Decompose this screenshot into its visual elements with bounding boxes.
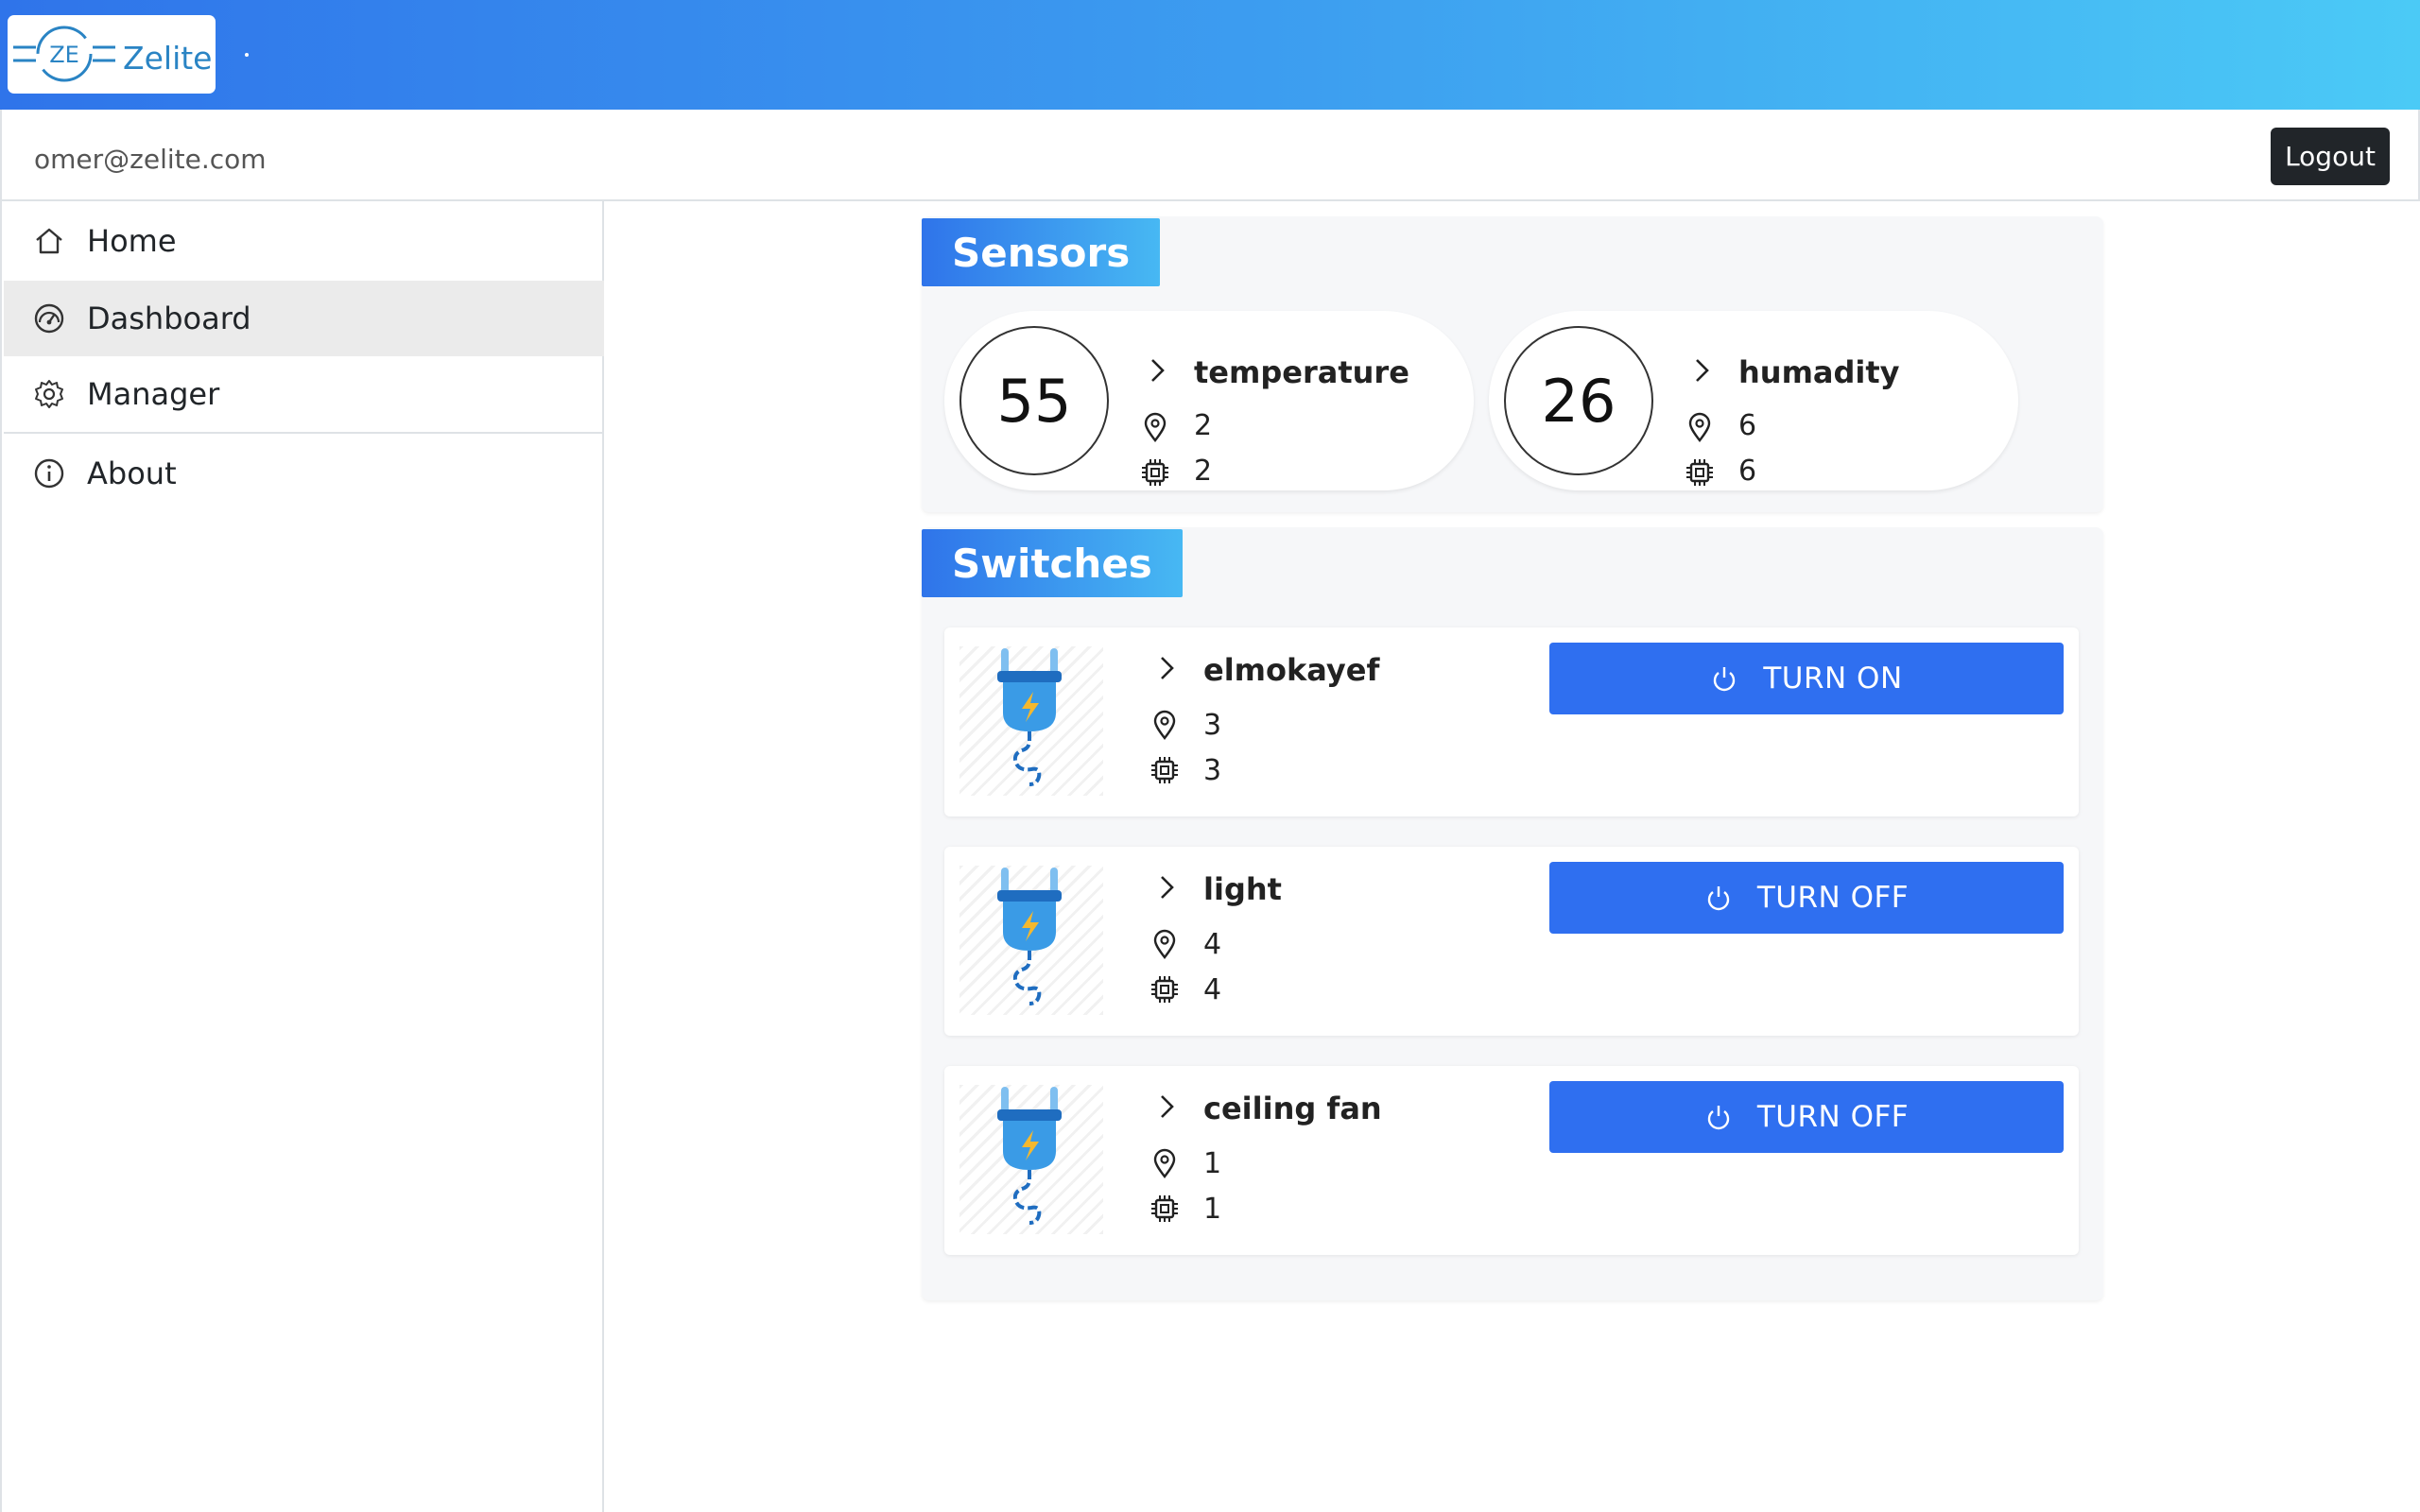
plug-icon bbox=[997, 1087, 1062, 1225]
svg-text:ZE: ZE bbox=[49, 42, 79, 68]
chevron-right-icon[interactable] bbox=[1152, 873, 1181, 902]
sensor-card-humadity[interactable]: 26 humadity 6 6 bbox=[1489, 311, 2018, 490]
brand-logo[interactable]: ZE Zelite bbox=[8, 15, 216, 94]
sidebar-item-label: About bbox=[87, 455, 177, 491]
sensor-value: 26 bbox=[1504, 326, 1653, 475]
gear-icon bbox=[35, 380, 63, 408]
switches-panel: Switches elmokayef 3 3 TURN ON light 4 4… bbox=[922, 527, 2103, 1300]
switch-card-ceiling-fan: ceiling fan 1 1 TURN OFF bbox=[944, 1066, 2079, 1255]
switch-card-light: light 4 4 TURN OFF bbox=[944, 847, 2079, 1036]
sensor-device: 6 bbox=[1738, 455, 1757, 488]
chevron-right-icon[interactable] bbox=[1687, 356, 1716, 385]
sensor-location: 6 bbox=[1738, 409, 1757, 442]
switch-device: 3 bbox=[1203, 754, 1222, 787]
sidebar: Home Dashboard Manager About bbox=[0, 201, 604, 1512]
zelite-logo-icon: ZE bbox=[13, 26, 115, 82]
sensor-card-temperature[interactable]: 55 temperature 2 2 bbox=[944, 311, 1474, 490]
switch-device: 1 bbox=[1203, 1193, 1222, 1226]
sensor-name: temperature bbox=[1194, 354, 1409, 390]
location-pin-icon bbox=[1144, 412, 1167, 442]
top-header: ZE Zelite bbox=[0, 0, 2420, 110]
chip-icon bbox=[1151, 1195, 1178, 1222]
plug-icon bbox=[997, 648, 1062, 786]
sensor-device: 2 bbox=[1194, 455, 1213, 488]
sidebar-item-manager[interactable]: Manager bbox=[4, 356, 604, 434]
chip-icon bbox=[1151, 757, 1178, 783]
sensor-value: 55 bbox=[959, 326, 1109, 475]
plug-image bbox=[959, 646, 1103, 796]
sensor-name: humadity bbox=[1738, 354, 1900, 390]
turn-off-button[interactable]: TURN OFF bbox=[1549, 1081, 2064, 1153]
home-icon bbox=[36, 228, 62, 254]
sensors-title: Sensors bbox=[922, 218, 1161, 286]
header-dot bbox=[245, 53, 249, 57]
sidebar-item-label: Dashboard bbox=[87, 301, 251, 336]
button-label: TURN ON bbox=[1763, 662, 1903, 696]
switches-title: Switches bbox=[922, 529, 1183, 597]
sidebar-item-label: Manager bbox=[87, 376, 220, 412]
sidebar-item-dashboard[interactable]: Dashboard bbox=[4, 281, 604, 356]
power-icon bbox=[1714, 667, 1736, 692]
location-pin-icon bbox=[1153, 710, 1176, 740]
brand-name: Zelite bbox=[123, 40, 213, 77]
logout-button[interactable]: Logout bbox=[2271, 128, 2390, 185]
chip-icon bbox=[1142, 459, 1168, 486]
plug-image bbox=[959, 866, 1103, 1015]
chevron-right-icon[interactable] bbox=[1143, 356, 1171, 385]
user-bar: omer@zelite.com Logout bbox=[0, 110, 2420, 201]
switch-location: 4 bbox=[1203, 928, 1222, 961]
switch-device: 4 bbox=[1203, 973, 1222, 1006]
button-label: TURN OFF bbox=[1756, 881, 1910, 915]
user-email: omer@zelite.com bbox=[34, 144, 267, 175]
sensor-location: 2 bbox=[1194, 409, 1213, 442]
switch-location: 1 bbox=[1203, 1147, 1222, 1180]
sensors-panel: Sensors 55 temperature 2 2 26 humadity 6… bbox=[922, 216, 2103, 512]
location-pin-icon bbox=[1688, 412, 1711, 442]
sidebar-item-about[interactable]: About bbox=[4, 434, 604, 513]
chevron-right-icon[interactable] bbox=[1152, 654, 1181, 682]
chip-icon bbox=[1151, 976, 1178, 1003]
switch-location: 3 bbox=[1203, 709, 1222, 742]
switch-card-elmokayef: elmokayef 3 3 TURN ON bbox=[944, 627, 2079, 816]
chevron-right-icon[interactable] bbox=[1152, 1092, 1181, 1121]
dashboard-icon bbox=[34, 303, 64, 334]
location-pin-icon bbox=[1153, 1148, 1176, 1178]
button-label: TURN OFF bbox=[1756, 1100, 1910, 1134]
plug-icon bbox=[997, 868, 1062, 1005]
chip-icon bbox=[1686, 459, 1713, 486]
turn-on-button[interactable]: TURN ON bbox=[1549, 643, 2064, 714]
turn-off-button[interactable]: TURN OFF bbox=[1549, 862, 2064, 934]
switch-name: elmokayef bbox=[1203, 652, 1380, 688]
plug-image bbox=[959, 1085, 1103, 1234]
switch-name: ceiling fan bbox=[1203, 1091, 1382, 1126]
sidebar-item-home[interactable]: Home bbox=[4, 201, 604, 281]
sidebar-item-label: Home bbox=[87, 223, 177, 259]
location-pin-icon bbox=[1153, 929, 1176, 959]
switch-name: light bbox=[1203, 871, 1282, 907]
info-icon bbox=[34, 458, 64, 489]
power-icon bbox=[1707, 1106, 1729, 1130]
power-icon bbox=[1707, 886, 1729, 911]
